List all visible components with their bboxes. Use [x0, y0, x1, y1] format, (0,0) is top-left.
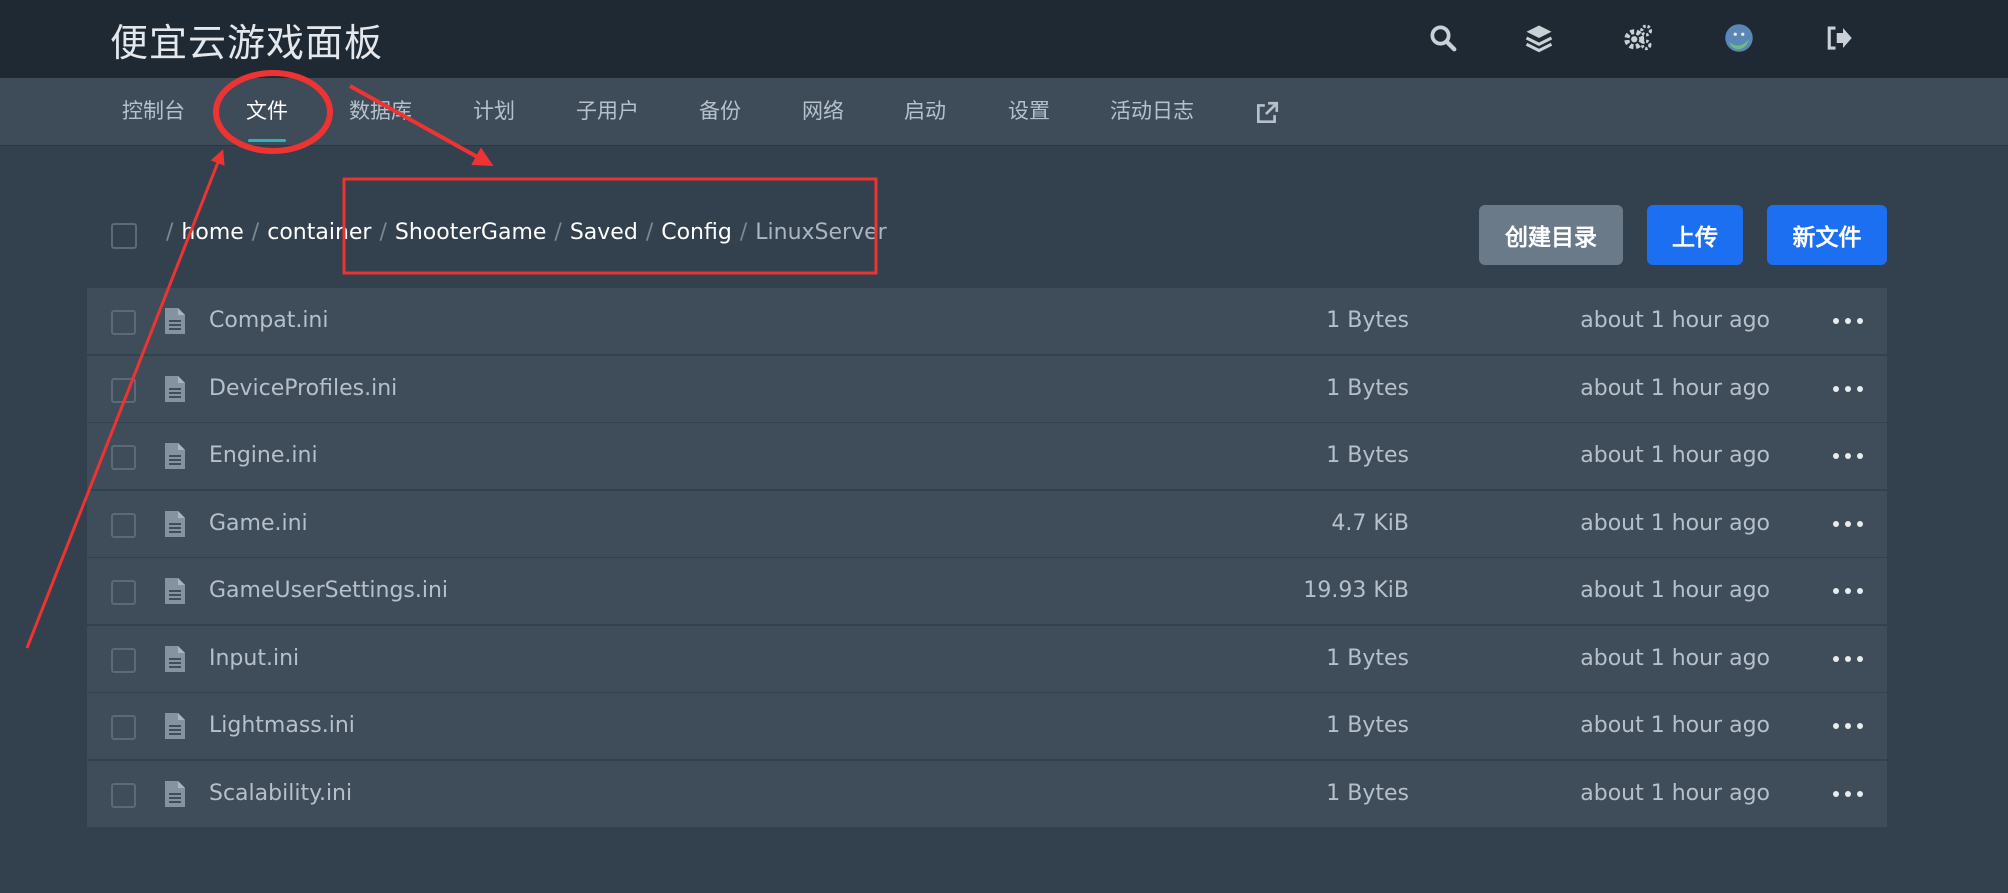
app-title: 便宜云游戏面板: [110, 21, 384, 65]
tab-startup[interactable]: 启动: [904, 78, 946, 145]
file-size: 1 Bytes: [1326, 645, 1409, 671]
file-modified: about 1 hour ago: [1580, 713, 1770, 738]
more-options-icon[interactable]: [1833, 310, 1863, 332]
select-all-checkbox[interactable]: [111, 223, 137, 249]
file-row[interactable]: Compat.ini 1 Bytes about 1 hour ago: [87, 288, 1887, 354]
file-name[interactable]: Input.ini: [209, 626, 299, 692]
tab-subusers[interactable]: 子用户: [576, 78, 639, 145]
file-icon: [165, 510, 185, 537]
tab-settings[interactable]: 设置: [1008, 78, 1050, 145]
breadcrumb: / home / container / ShooterGame / Saved / Config…: [158, 220, 887, 245]
row-checkbox[interactable]: [111, 445, 136, 470]
breadcrumb-separator: /: [379, 220, 387, 245]
top-bar: 便宜云游戏面板: [0, 0, 2008, 78]
more-options-icon[interactable]: [1833, 378, 1863, 400]
file-name[interactable]: Game.ini: [209, 491, 308, 557]
new-file-button[interactable]: 新文件: [1767, 205, 1887, 265]
file-row[interactable]: Engine.ini 1 Bytes about 1 hour ago: [87, 423, 1887, 489]
file-icon: [165, 578, 185, 604]
row-checkbox[interactable]: [111, 580, 136, 605]
file-modified: about 1 hour ago: [1580, 780, 1770, 806]
breadcrumb-saved[interactable]: Saved: [570, 220, 638, 245]
logout-icon[interactable]: [1818, 18, 1858, 58]
row-checkbox[interactable]: [111, 512, 136, 538]
row-checkbox[interactable]: [111, 377, 136, 403]
tab-activity-log[interactable]: 活动日志: [1110, 78, 1194, 145]
tab-files[interactable]: 文件: [246, 78, 288, 145]
file-icon: [165, 308, 185, 334]
row-checkbox[interactable]: [111, 310, 136, 335]
tab-backups[interactable]: 备份: [699, 78, 741, 145]
create-directory-button[interactable]: 创建目录: [1479, 205, 1623, 265]
breadcrumb-separator: /: [251, 220, 260, 245]
breadcrumb-separator: /: [645, 220, 654, 245]
row-checkbox[interactable]: [111, 715, 136, 740]
file-row[interactable]: Scalability.ini 1 Bytes about 1 hour ago: [87, 760, 1887, 827]
file-name[interactable]: Scalability.ini: [209, 761, 352, 827]
file-size: 1 Bytes: [1326, 443, 1409, 468]
file-icon: [165, 375, 185, 402]
file-name[interactable]: GameUserSettings.ini: [209, 558, 448, 624]
breadcrumb-separator: /: [739, 220, 748, 245]
external-link-icon[interactable]: [1254, 100, 1280, 126]
file-name[interactable]: Compat.ini: [209, 288, 329, 354]
file-size: 1 Bytes: [1326, 375, 1409, 401]
tab-network[interactable]: 网络: [802, 78, 844, 145]
file-size: 1 Bytes: [1326, 713, 1409, 738]
file-size: 19.93 KiB: [1303, 578, 1409, 603]
file-name[interactable]: DeviceProfiles.ini: [209, 356, 397, 422]
breadcrumb-separator: /: [554, 220, 562, 245]
more-options-icon[interactable]: [1833, 715, 1863, 737]
file-icon: [165, 780, 185, 807]
file-modified: about 1 hour ago: [1580, 578, 1770, 603]
breadcrumb-home[interactable]: home: [181, 220, 243, 245]
breadcrumb-current: LinuxServer: [755, 220, 887, 245]
file-modified: about 1 hour ago: [1580, 645, 1770, 671]
search-icon[interactable]: [1423, 18, 1463, 58]
file-size: 1 Bytes: [1326, 780, 1409, 806]
tab-console[interactable]: 控制台: [122, 78, 185, 145]
avatar[interactable]: [1719, 18, 1759, 58]
more-options-icon[interactable]: [1833, 580, 1863, 602]
file-list: Compat.ini 1 Bytes about 1 hour ago Devi…: [87, 288, 1887, 828]
file-row[interactable]: Input.ini 1 Bytes about 1 hour ago: [87, 625, 1887, 692]
file-modified: about 1 hour ago: [1580, 375, 1770, 401]
breadcrumb-config[interactable]: Config: [661, 220, 732, 245]
breadcrumb-shootergame[interactable]: ShooterGame: [395, 220, 547, 245]
settings-icon[interactable]: [1618, 18, 1658, 58]
row-checkbox[interactable]: [111, 647, 136, 673]
file-modified: about 1 hour ago: [1580, 443, 1770, 468]
file-row[interactable]: Lightmass.ini 1 Bytes about 1 hour ago: [87, 693, 1887, 759]
more-options-icon[interactable]: [1833, 513, 1863, 535]
file-size: 4.7 KiB: [1331, 510, 1409, 536]
server-nav: 控制台 文件 数据库 计划 子用户 备份 网络 启动 设置 活动日志: [0, 78, 2008, 146]
tab-databases[interactable]: 数据库: [349, 78, 412, 145]
upload-button[interactable]: 上传: [1647, 205, 1743, 265]
more-options-icon[interactable]: [1833, 783, 1863, 805]
more-options-icon[interactable]: [1833, 445, 1863, 467]
file-modified: about 1 hour ago: [1580, 510, 1770, 536]
layers-icon[interactable]: [1519, 18, 1559, 58]
more-options-icon[interactable]: [1833, 648, 1863, 670]
file-icon: [165, 713, 185, 739]
file-icon: [165, 443, 185, 469]
file-row[interactable]: DeviceProfiles.ini 1 Bytes about 1 hour …: [87, 355, 1887, 422]
file-modified: about 1 hour ago: [1580, 308, 1770, 333]
file-row[interactable]: GameUserSettings.ini 19.93 KiB about 1 h…: [87, 558, 1887, 624]
row-checkbox[interactable]: [111, 782, 136, 808]
file-name[interactable]: Lightmass.ini: [209, 693, 355, 759]
breadcrumb-container[interactable]: container: [267, 220, 371, 245]
file-icon: [165, 645, 185, 672]
file-row[interactable]: Game.ini 4.7 KiB about 1 hour ago: [87, 490, 1887, 557]
tab-schedules[interactable]: 计划: [473, 78, 515, 145]
file-size: 1 Bytes: [1326, 308, 1409, 333]
breadcrumb-separator: /: [166, 220, 174, 245]
file-name[interactable]: Engine.ini: [209, 423, 318, 489]
